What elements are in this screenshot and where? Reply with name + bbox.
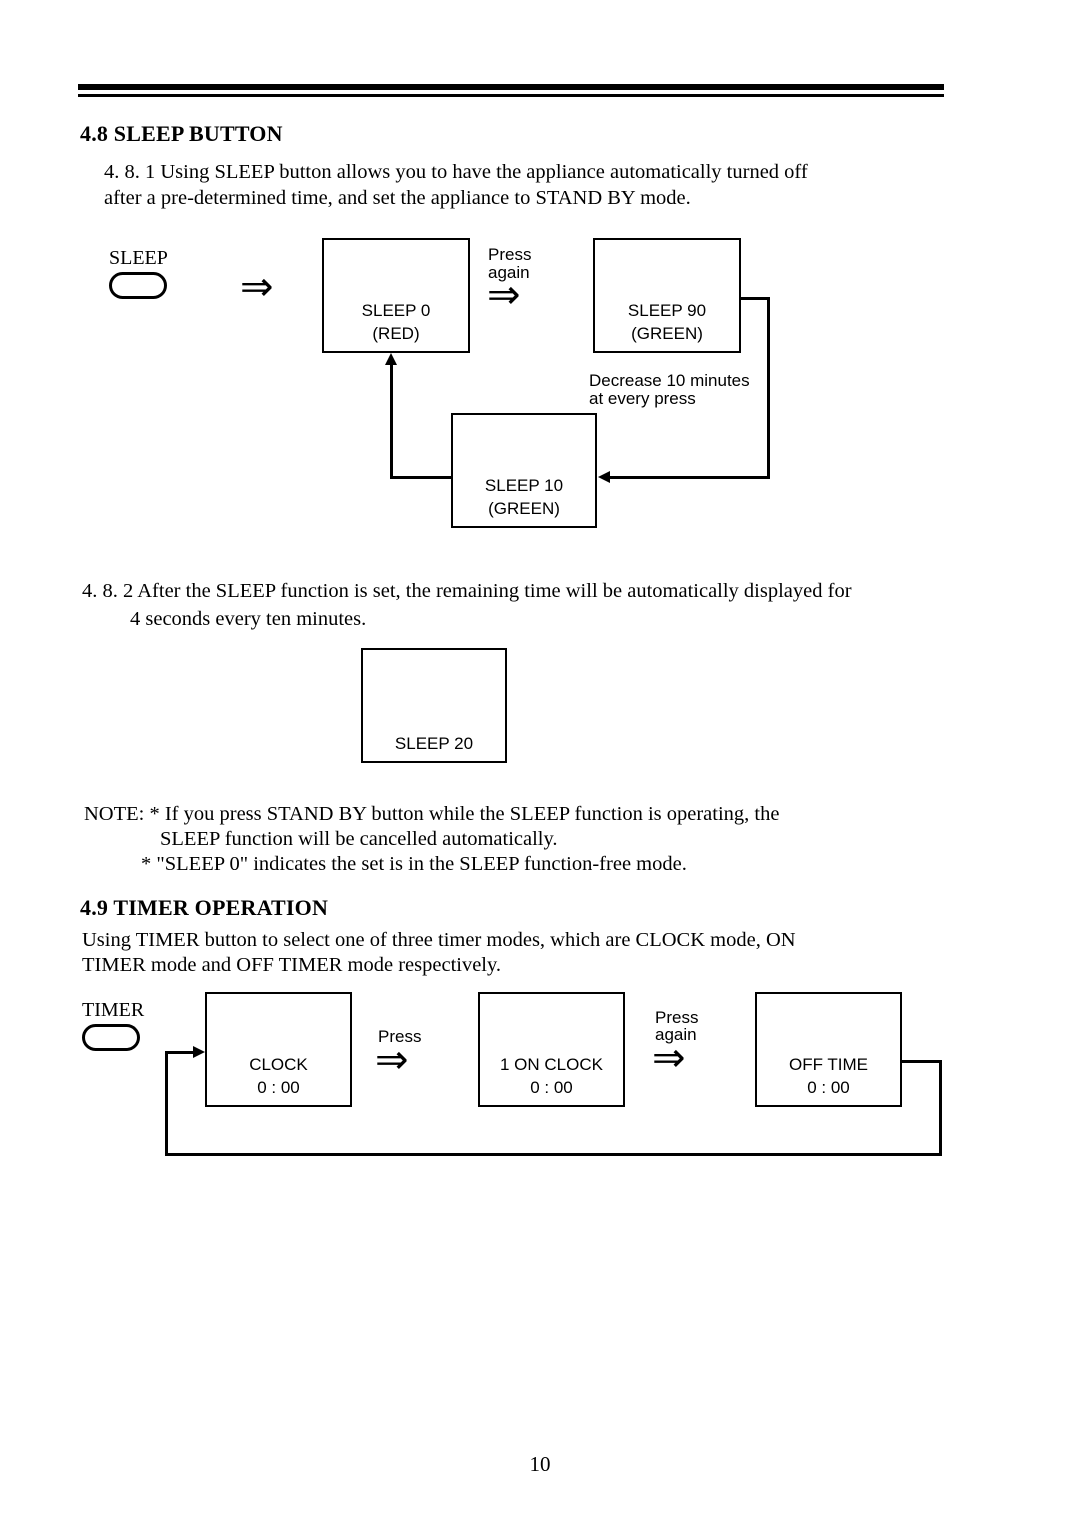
timer-state-name: OFF TIME bbox=[788, 1055, 868, 1074]
sleep-state-name: SLEEP 10 bbox=[484, 476, 564, 495]
timer-state-box-on-clock-text: 1 ON CLOCK 0 : 00 bbox=[480, 1053, 623, 1099]
sleep-connector-10-up-v bbox=[390, 365, 393, 478]
sleep-state-color: (RED) bbox=[372, 324, 420, 343]
timer-state-name: CLOCK bbox=[249, 1055, 308, 1074]
sleep-state-box-sleep0: SLEEP 0 (RED) bbox=[322, 238, 470, 353]
timer-loop-down-v bbox=[939, 1060, 942, 1156]
timer-arrow-1-icon: ⇒ bbox=[375, 1037, 409, 1083]
timer-state-box-off-time-text: OFF TIME 0 : 00 bbox=[757, 1053, 900, 1099]
timer-state-box-off-time: OFF TIME 0 : 00 bbox=[755, 992, 902, 1107]
sleep-arrow-2-icon: ⇒ bbox=[487, 272, 521, 318]
timer-state-time: 0 : 00 bbox=[257, 1078, 300, 1097]
timer-state-name: 1 ON CLOCK bbox=[500, 1055, 603, 1074]
timer-button-pill[interactable] bbox=[82, 1024, 140, 1051]
sleep-state-box-sleep10-text: SLEEP 10 (GREEN) bbox=[453, 474, 595, 520]
sleep-remote-button[interactable]: SLEEP bbox=[109, 247, 168, 299]
section-49-para-line2: TIMER mode and OFF TIMER mode respective… bbox=[82, 954, 502, 976]
sleep-state-box-sleep90-text: SLEEP 90 (GREEN) bbox=[595, 299, 739, 345]
sleep-state-box-sleep0-text: SLEEP 0 (RED) bbox=[324, 299, 468, 345]
sleep-state-color: (GREEN) bbox=[631, 324, 703, 343]
timer-loop-bottom-h bbox=[165, 1153, 942, 1156]
sleep-decrease-note-line2: at every press bbox=[589, 389, 696, 408]
sleep-display-example-text: SLEEP 20 bbox=[363, 732, 505, 755]
sleep-state-box-sleep90: SLEEP 90 (GREEN) bbox=[593, 238, 741, 353]
header-rule-thin bbox=[78, 94, 944, 97]
sleep-display-example-label: SLEEP 20 bbox=[394, 734, 474, 753]
section-48-note-line3: * "SLEEP 0" indicates the set is in the … bbox=[141, 853, 687, 875]
timer-loop-up-v bbox=[165, 1051, 168, 1156]
sleep-button-label: SLEEP bbox=[109, 247, 168, 269]
sleep-state-box-sleep10: SLEEP 10 (GREEN) bbox=[451, 413, 597, 528]
sleep-connector-10-out-h bbox=[390, 476, 453, 479]
page-number: 10 bbox=[529, 1452, 551, 1476]
sleep-button-pill[interactable] bbox=[109, 272, 167, 299]
sleep-state-color: (GREEN) bbox=[488, 499, 560, 518]
timer-state-time: 0 : 00 bbox=[807, 1078, 850, 1097]
section-heading-49: 4.9 TIMER OPERATION bbox=[80, 895, 329, 920]
timer-state-time: 0 : 00 bbox=[530, 1078, 573, 1097]
timer-state-box-clock-text: CLOCK 0 : 00 bbox=[207, 1053, 350, 1099]
sleep-connector-into-0-arrowhead-icon bbox=[385, 353, 397, 365]
timer-arrow-2-icon: ⇒ bbox=[652, 1035, 686, 1081]
sleep-connector-90-out-h bbox=[741, 297, 770, 300]
sleep-state-name: SLEEP 0 bbox=[361, 301, 431, 320]
timer-state-box-clock: CLOCK 0 : 00 bbox=[205, 992, 352, 1107]
section-48-para1-line2: after a pre-determined time, and set the… bbox=[104, 187, 691, 209]
sleep-connector-90-down-v bbox=[767, 297, 770, 478]
manual-page: 4.8 SLEEP BUTTON 4. 8. 1 Using SLEEP but… bbox=[0, 0, 1080, 1527]
section-heading-48: 4.8 SLEEP BUTTON bbox=[80, 121, 283, 146]
sleep-display-example-box: SLEEP 20 bbox=[361, 648, 507, 763]
timer-remote-button[interactable]: TIMER bbox=[82, 999, 144, 1051]
sleep-arrow-1-icon: ⇒ bbox=[240, 264, 274, 310]
timer-loop-in-h bbox=[165, 1051, 195, 1054]
sleep-connector-into-10-arrowhead-icon bbox=[598, 471, 610, 483]
sleep-state-name: SLEEP 90 bbox=[627, 301, 707, 320]
section-48-para2-line2: 4 seconds every ten minutes. bbox=[130, 608, 367, 630]
timer-button-label: TIMER bbox=[82, 999, 145, 1021]
header-rule bbox=[78, 84, 944, 97]
timer-loop-out-h bbox=[902, 1060, 942, 1063]
timer-state-box-on-clock: 1 ON CLOCK 0 : 00 bbox=[478, 992, 625, 1107]
timer-loop-arrowhead-icon bbox=[193, 1046, 205, 1058]
sleep-connector-into-10-h bbox=[610, 476, 770, 479]
